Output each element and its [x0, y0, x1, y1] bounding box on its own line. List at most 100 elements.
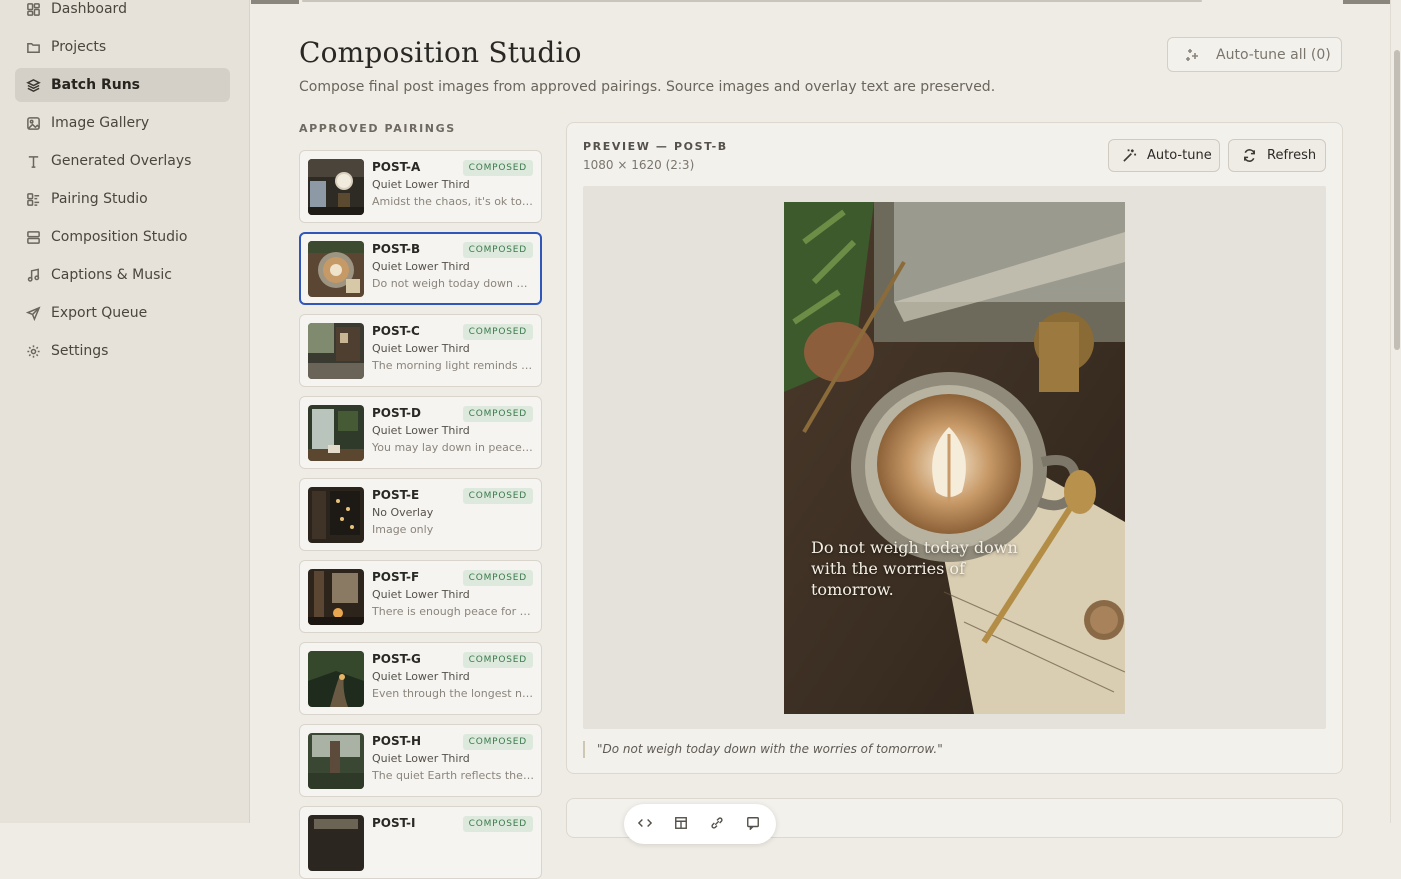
card-title: POST-D: [372, 406, 422, 420]
card-title: POST-G: [372, 652, 421, 666]
pairing-card-post-g[interactable]: POST-G COMPOSED Quiet Lower Third Even t…: [299, 642, 542, 715]
sparkles-icon: [1186, 48, 1198, 61]
preview-panel: PREVIEW — POST-B 1080 × 1620 (2:3) Auto-…: [566, 122, 1343, 774]
post-thumbnail: [308, 487, 364, 543]
post-thumbnail: [308, 651, 364, 707]
sidebar-item-label: Projects: [51, 39, 107, 55]
dashboard-icon: [25, 1, 41, 17]
card-title: POST-A: [372, 160, 421, 174]
sidebar-item-label: Settings: [51, 343, 109, 359]
music-icon: [25, 267, 41, 283]
sidebar-item-dashboard[interactable]: Dashboard: [15, 0, 230, 26]
preview-label: PREVIEW — POST-B: [583, 140, 728, 153]
sidebar-item-export-queue[interactable]: Export Queue: [15, 296, 230, 330]
top-tab-indicator: [251, 0, 299, 4]
sidebar-item-composition-studio[interactable]: Composition Studio: [15, 220, 230, 254]
card-style: Quiet Lower Third: [372, 342, 470, 355]
auto-tune-label: Auto-tune: [1147, 148, 1212, 163]
card-style: No Overlay: [372, 506, 434, 519]
comment-icon[interactable]: [746, 816, 760, 830]
card-snippet: The quiet Earth reflects the s...: [372, 769, 534, 782]
sidebar-item-label: Pairing Studio: [51, 191, 148, 207]
status-badge: COMPOSED: [462, 406, 533, 422]
sidebar-item-generated-overlays[interactable]: Generated Overlays: [15, 144, 230, 178]
layers-icon: [25, 77, 41, 93]
card-style: Quiet Lower Third: [372, 424, 470, 437]
page-title: Composition Studio: [299, 36, 582, 69]
card-snippet: There is enough peace for th...: [372, 605, 534, 618]
card-snippet: Even through the longest nig...: [372, 687, 534, 700]
preview-dimensions: 1080 × 1620 (2:3): [583, 158, 695, 172]
card-style: Quiet Lower Third: [372, 752, 470, 765]
post-thumbnail: [308, 241, 364, 297]
post-thumbnail: [308, 815, 364, 871]
pairing-icon: [25, 191, 41, 207]
type-icon: [25, 153, 41, 169]
sidebar: Dashboard Projects Batch Runs Image Gall…: [0, 0, 250, 823]
overlay-quote: "Do not weigh today down with the worrie…: [583, 741, 943, 758]
auto-tune-all-label: Auto-tune all (0): [1216, 46, 1331, 63]
sidebar-item-label: Dashboard: [51, 1, 127, 17]
auto-tune-button[interactable]: Auto-tune: [1108, 139, 1220, 172]
card-snippet: Amidst the chaos, it's ok to s...: [372, 195, 534, 208]
floating-toolbar: [624, 804, 776, 844]
pairing-card-post-a[interactable]: POST-A COMPOSED Quiet Lower Third Amidst…: [299, 150, 542, 223]
refresh-icon: [1244, 149, 1255, 162]
card-snippet: The morning light reminds u...: [372, 359, 534, 372]
sidebar-item-batch-runs[interactable]: Batch Runs: [15, 68, 230, 102]
sidebar-item-label: Captions & Music: [51, 267, 173, 283]
table-icon[interactable]: [674, 816, 688, 830]
post-thumbnail: [308, 733, 364, 789]
sidebar-item-image-gallery[interactable]: Image Gallery: [15, 106, 230, 140]
card-title: POST-F: [372, 570, 420, 584]
status-badge: COMPOSED: [462, 734, 533, 750]
top-progress-line: [302, 0, 1202, 2]
card-title: POST-B: [372, 242, 421, 256]
card-style: Quiet Lower Third: [372, 260, 470, 273]
card-title: POST-H: [372, 734, 422, 748]
sidebar-item-label: Composition Studio: [51, 229, 188, 245]
top-tab-indicator-right: [1343, 0, 1391, 4]
pairing-card-post-f[interactable]: POST-F COMPOSED Quiet Lower Third There …: [299, 560, 542, 633]
code-icon[interactable]: [638, 816, 652, 830]
send-icon: [25, 305, 41, 321]
sidebar-item-label: Export Queue: [51, 305, 148, 321]
post-thumbnail: [308, 405, 364, 461]
status-badge: COMPOSED: [462, 488, 533, 504]
pairing-card-post-c[interactable]: POST-C COMPOSED Quiet Lower Third The mo…: [299, 314, 542, 387]
pairing-card-post-e[interactable]: POST-E COMPOSED No Overlay Image only: [299, 478, 542, 551]
sidebar-item-label: Image Gallery: [51, 115, 150, 131]
status-badge: COMPOSED: [462, 160, 533, 176]
card-snippet: Image only: [372, 523, 434, 536]
approved-pairings-heading: APPROVED PAIRINGS: [299, 122, 456, 135]
sidebar-item-label: Batch Runs: [51, 77, 140, 93]
pairing-card-post-h[interactable]: POST-H COMPOSED Quiet Lower Third The qu…: [299, 724, 542, 797]
card-title: POST-E: [372, 488, 420, 502]
link-icon[interactable]: [710, 816, 724, 830]
status-badge: COMPOSED: [462, 324, 533, 340]
sidebar-item-label: Generated Overlays: [51, 153, 192, 169]
page-subtitle: Compose final post images from approved …: [299, 79, 996, 95]
card-style: Quiet Lower Third: [372, 178, 470, 191]
coffee-scene-image: [784, 202, 1125, 714]
sidebar-item-pairing-studio[interactable]: Pairing Studio: [15, 182, 230, 216]
scrollbar-thumb[interactable]: [1394, 50, 1400, 350]
pairing-card-post-b[interactable]: POST-B COMPOSED Quiet Lower Third Do not…: [299, 232, 542, 305]
auto-tune-all-button[interactable]: Auto-tune all (0): [1167, 37, 1342, 72]
status-badge: COMPOSED: [462, 242, 533, 258]
sidebar-item-settings[interactable]: Settings: [15, 334, 230, 368]
card-style: Quiet Lower Third: [372, 670, 470, 683]
card-style: Quiet Lower Third: [372, 588, 470, 601]
refresh-button[interactable]: Refresh: [1228, 139, 1326, 172]
preview-stage: Do not weigh today down with the worries…: [583, 186, 1326, 729]
magic-wand-icon: [1123, 149, 1137, 162]
sidebar-item-projects[interactable]: Projects: [15, 30, 230, 64]
status-badge: COMPOSED: [462, 816, 533, 832]
overlay-text: Do not weigh today down with the worries…: [811, 538, 1018, 599]
card-snippet: Do not weigh today down wit...: [372, 277, 534, 290]
pairing-card-post-d[interactable]: POST-D COMPOSED Quiet Lower Third You ma…: [299, 396, 542, 469]
folder-icon: [25, 39, 41, 55]
pairing-card-post-i[interactable]: POST-I COMPOSED: [299, 806, 542, 879]
sidebar-item-captions-music[interactable]: Captions & Music: [15, 258, 230, 292]
gear-icon: [25, 343, 41, 359]
